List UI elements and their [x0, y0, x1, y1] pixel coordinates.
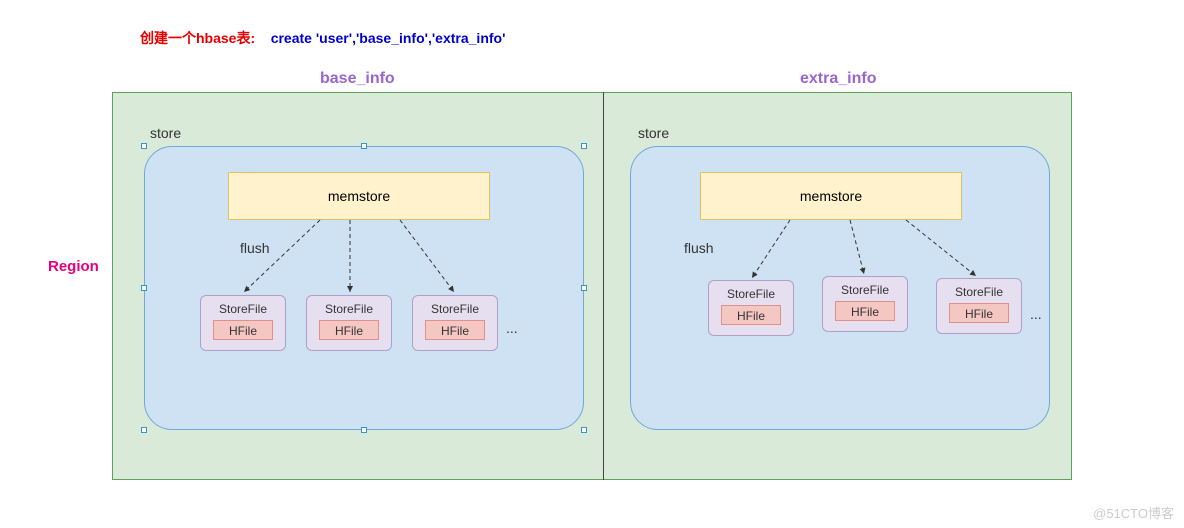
cf-label-base-info: base_info [320, 70, 395, 88]
selection-handle [141, 143, 147, 149]
storefile-title: StoreFile [413, 302, 497, 316]
storefile-box: StoreFile HFile [822, 276, 908, 332]
prompt-text: 创建一个hbase表: [140, 30, 255, 46]
storefile-title: StoreFile [201, 302, 285, 316]
storefile-box: StoreFile HFile [200, 295, 286, 351]
flush-label-right: flush [684, 240, 714, 256]
hfile-box: HFile [835, 301, 895, 321]
cf-label-extra-info: extra_info [800, 70, 876, 88]
command-text: create 'user','base_info','extra_info' [271, 30, 506, 46]
region-divider [603, 92, 604, 480]
storefile-title: StoreFile [709, 287, 793, 301]
selection-handle [581, 285, 587, 291]
store-label-left: store [150, 125, 181, 141]
ellipsis-left: ... [506, 320, 518, 336]
memstore-left: memstore [228, 172, 490, 220]
hfile-box: HFile [213, 320, 273, 340]
store-label-right: store [638, 125, 669, 141]
selection-handle [361, 427, 367, 433]
storefile-box: StoreFile HFile [412, 295, 498, 351]
storefile-box: StoreFile HFile [708, 280, 794, 336]
hfile-box: HFile [721, 305, 781, 325]
region-label: Region [48, 258, 99, 275]
selection-handle [141, 427, 147, 433]
create-table-command: 创建一个hbase表: create 'user','base_info','e… [140, 28, 505, 48]
hfile-box: HFile [319, 320, 379, 340]
flush-label-left: flush [240, 240, 270, 256]
storefile-box: StoreFile HFile [306, 295, 392, 351]
selection-handle [581, 143, 587, 149]
hfile-box: HFile [949, 303, 1009, 323]
storefile-title: StoreFile [823, 283, 907, 297]
selection-handle [581, 427, 587, 433]
watermark: @51CTO博客 [1093, 503, 1174, 522]
selection-handle [141, 285, 147, 291]
storefile-title: StoreFile [937, 285, 1021, 299]
ellipsis-right: ... [1030, 306, 1042, 322]
storefile-box: StoreFile HFile [936, 278, 1022, 334]
storefile-title: StoreFile [307, 302, 391, 316]
hfile-box: HFile [425, 320, 485, 340]
memstore-right: memstore [700, 172, 962, 220]
selection-handle [361, 143, 367, 149]
